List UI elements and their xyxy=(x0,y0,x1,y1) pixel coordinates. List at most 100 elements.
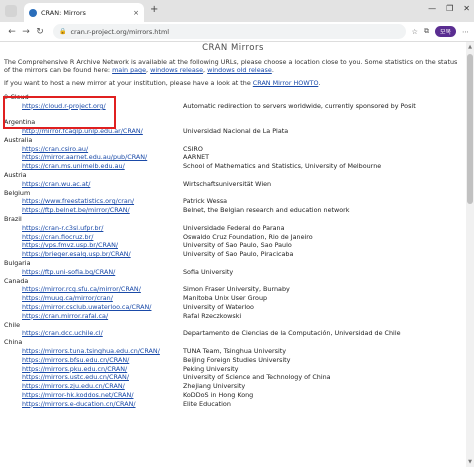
mirror-row: https://vps.fmvz.usp.br/CRAN/University … xyxy=(4,241,462,250)
tab-actions-icon[interactable] xyxy=(5,5,17,17)
tab-title: CRAN: Mirrors xyxy=(41,8,86,17)
close-window-icon[interactable]: ✕ xyxy=(463,4,470,13)
mirror-link[interactable]: https://ftp.uni-sofia.bg/CRAN/ xyxy=(4,268,183,277)
browser-toolbar: ← → ↻ 🔒 cran.r-project.org/mirrors.html … xyxy=(0,22,474,42)
country-heading: Chile xyxy=(4,320,20,329)
mirror-row: https://mirrors.pku.edu.cn/CRAN/Peking U… xyxy=(4,365,462,374)
mirror-link[interactable]: https://mirrors.pku.edu.cn/CRAN/ xyxy=(4,365,183,374)
minimize-icon[interactable]: — xyxy=(428,4,436,13)
country-heading: Belgium xyxy=(4,188,31,197)
country-heading: Austria xyxy=(4,171,27,180)
mirror-institution: Patrick Wessa xyxy=(183,197,228,206)
mirror-row: https://cran.csiro.au/CSIRO xyxy=(4,145,462,154)
mirror-link[interactable]: https://cran.mirror.rafal.ca/ xyxy=(4,312,183,321)
mirror-link[interactable]: https://mirrors.zju.edu.cn/CRAN/ xyxy=(4,382,183,391)
mirror-link[interactable]: https://cran.wu.ac.at/ xyxy=(4,180,183,189)
main-page-link[interactable]: main page xyxy=(112,66,146,74)
mirror-row: https://cran.dcc.uchile.cl/Departamento … xyxy=(4,329,462,338)
mirror-link[interactable]: https://vps.fmvz.usp.br/CRAN/ xyxy=(4,241,183,250)
mirror-institution: University of Sao Paulo, Piracicaba xyxy=(183,250,294,259)
mirror-row: https://mirror.rcg.sfu.ca/mirror/CRAN/Si… xyxy=(4,285,462,294)
scroll-down-icon[interactable]: ▼ xyxy=(466,459,474,465)
mirror-row: https://mirrors.ustc.edu.cn/CRAN/Univers… xyxy=(4,373,462,382)
scrollbar[interactable]: ▲ ▼ xyxy=(466,42,474,467)
mirror-institution: TUNA Team, Tsinghua University xyxy=(183,347,287,356)
new-tab-button[interactable]: + xyxy=(150,5,158,15)
country-heading: Canada xyxy=(4,276,29,285)
mirror-link[interactable]: https://mirror.rcg.sfu.ca/mirror/CRAN/ xyxy=(4,285,183,294)
mirror-link[interactable]: https://cran.fiocruz.br/ xyxy=(4,233,183,242)
mirror-institution: Automatic redirection to servers worldwi… xyxy=(183,101,416,110)
mirror-institution: Zhejiang University xyxy=(183,382,246,391)
mirror-institution: Belnet, the Belgian research and educati… xyxy=(183,206,350,215)
country-heading: China xyxy=(4,338,23,347)
mirror-institution: Universidad Nacional de La Plata xyxy=(183,127,289,136)
mirror-row: https://mirrors.tuna.tsinghua.edu.cn/CRA… xyxy=(4,347,462,356)
address-bar[interactable]: 🔒 cran.r-project.org/mirrors.html xyxy=(53,24,406,39)
profile-button[interactable]: 모목 xyxy=(434,26,456,37)
mirror-institution: University of Science and Technology of … xyxy=(183,373,331,382)
mirror-row: https://cran.ms.unimelb.edu.au/School of… xyxy=(4,162,462,171)
mirror-institution: School of Mathematics and Statistics, Un… xyxy=(183,162,382,171)
reload-icon[interactable]: ↻ xyxy=(33,27,47,37)
highlight-box xyxy=(3,96,116,129)
mirror-link[interactable]: https://cran-r.c3sl.ufpr.br/ xyxy=(4,224,183,233)
mirror-link[interactable]: https://www.freestatistics.org/cran/ xyxy=(4,197,183,206)
mirror-row: https://www.freestatistics.org/cran/Patr… xyxy=(4,197,462,206)
scroll-up-icon[interactable]: ▲ xyxy=(466,44,474,50)
country-heading: Australia xyxy=(4,135,33,144)
mirror-row: https://ftp.uni-sofia.bg/CRAN/Sofia Univ… xyxy=(4,268,462,277)
extensions-icon[interactable]: ⧉ xyxy=(424,27,429,36)
mirror-link[interactable]: https://brieger.esalq.usp.br/CRAN/ xyxy=(4,250,183,259)
host-paragraph: If you want to host a new mirror at your… xyxy=(4,79,462,87)
mirror-row: https://cran.fiocruz.br/Oswaldo Cruz Fou… xyxy=(4,233,462,242)
mirror-institution: Sofia University xyxy=(183,267,234,276)
mirror-link[interactable]: https://mirrors.tuna.tsinghua.edu.cn/CRA… xyxy=(4,347,183,356)
mirror-institution: Elite Education xyxy=(183,399,231,408)
mirror-row: https://muug.ca/mirror/cran/Manitoba Uni… xyxy=(4,294,462,303)
mirror-institution: Simon Fraser University, Burnaby xyxy=(183,285,290,294)
forward-icon[interactable]: → xyxy=(19,27,33,37)
r-logo-icon xyxy=(29,8,37,17)
lock-icon[interactable]: 🔒 xyxy=(59,28,66,35)
menu-icon[interactable]: ⋯ xyxy=(462,28,469,36)
mirror-link[interactable]: https://cran.dcc.uchile.cl/ xyxy=(4,329,183,338)
mirror-row: https://ftp.belnet.be/mirror/CRAN/Belnet… xyxy=(4,206,462,215)
mirror-link[interactable]: https://muug.ca/mirror/cran/ xyxy=(4,294,183,303)
mirror-list: 0-Cloud https://cloud.r-project.org/Autom… xyxy=(4,93,462,409)
mirror-row: https://cran.wu.ac.at/Wirtschaftsunivers… xyxy=(4,180,462,189)
maximize-icon[interactable]: ❐ xyxy=(446,4,453,13)
mirror-institution: Peking University xyxy=(183,364,239,373)
host-end: . xyxy=(318,79,321,87)
mirror-link[interactable]: https://mirrors.bfsu.edu.cn/CRAN/ xyxy=(4,356,183,365)
mirror-link[interactable]: https://mirror.csclub.uwaterloo.ca/CRAN/ xyxy=(4,303,183,312)
country-heading: Bulgaria xyxy=(4,259,31,268)
mirror-link[interactable]: https://mirrors.e-ducation.cn/CRAN/ xyxy=(4,400,183,409)
tab-strip: CRAN: Mirrors × + — ❐ ✕ xyxy=(0,0,474,22)
scroll-thumb[interactable] xyxy=(467,54,473,204)
mirror-link[interactable]: https://ftp.belnet.be/mirror/CRAN/ xyxy=(4,206,183,215)
windows-release-link[interactable]: windows release xyxy=(150,66,203,74)
mirror-row: https://mirror.csclub.uwaterloo.ca/CRAN/… xyxy=(4,303,462,312)
tab-cran-mirrors[interactable]: CRAN: Mirrors × xyxy=(24,3,144,22)
mirror-row: https://mirrors.zju.edu.cn/CRAN/Zhejiang… xyxy=(4,382,462,391)
windows-old-release-link[interactable]: windows old release xyxy=(207,66,272,74)
url-text[interactable]: cran.r-project.org/mirrors.html xyxy=(70,28,169,36)
mirror-row: https://cran.mirror.rafal.ca/Rafal Rzecz… xyxy=(4,312,462,321)
intro-paragraph: The Comprehensive R Archive Network is a… xyxy=(4,58,458,74)
mirror-institution: University of Waterloo xyxy=(183,303,254,312)
close-tab-icon[interactable]: × xyxy=(133,9,139,17)
star-icon[interactable]: ☆ xyxy=(412,28,418,36)
mirror-link[interactable]: https://mirror-hk.koddos.net/CRAN/ xyxy=(4,391,183,400)
page-title: CRAN Mirrors xyxy=(202,43,264,53)
back-icon[interactable]: ← xyxy=(5,27,19,37)
mirror-howto-link[interactable]: CRAN Mirror HOWTO xyxy=(253,79,319,87)
host-text: If you want to host a new mirror at your… xyxy=(4,79,253,87)
mirror-row: https://mirror-hk.koddos.net/CRAN/KoDDoS… xyxy=(4,391,462,400)
mirror-link[interactable]: https://cran.csiro.au/ xyxy=(4,145,183,154)
mirror-link[interactable]: https://cran.ms.unimelb.edu.au/ xyxy=(4,162,183,171)
mirror-institution: CSIRO xyxy=(183,144,203,153)
mirror-link[interactable]: https://mirrors.ustc.edu.cn/CRAN/ xyxy=(4,373,183,382)
mirror-institution: Wirtschaftsuniversität Wien xyxy=(183,179,272,188)
mirror-link[interactable]: https://mirror.aarnet.edu.au/pub/CRAN/ xyxy=(4,153,183,162)
